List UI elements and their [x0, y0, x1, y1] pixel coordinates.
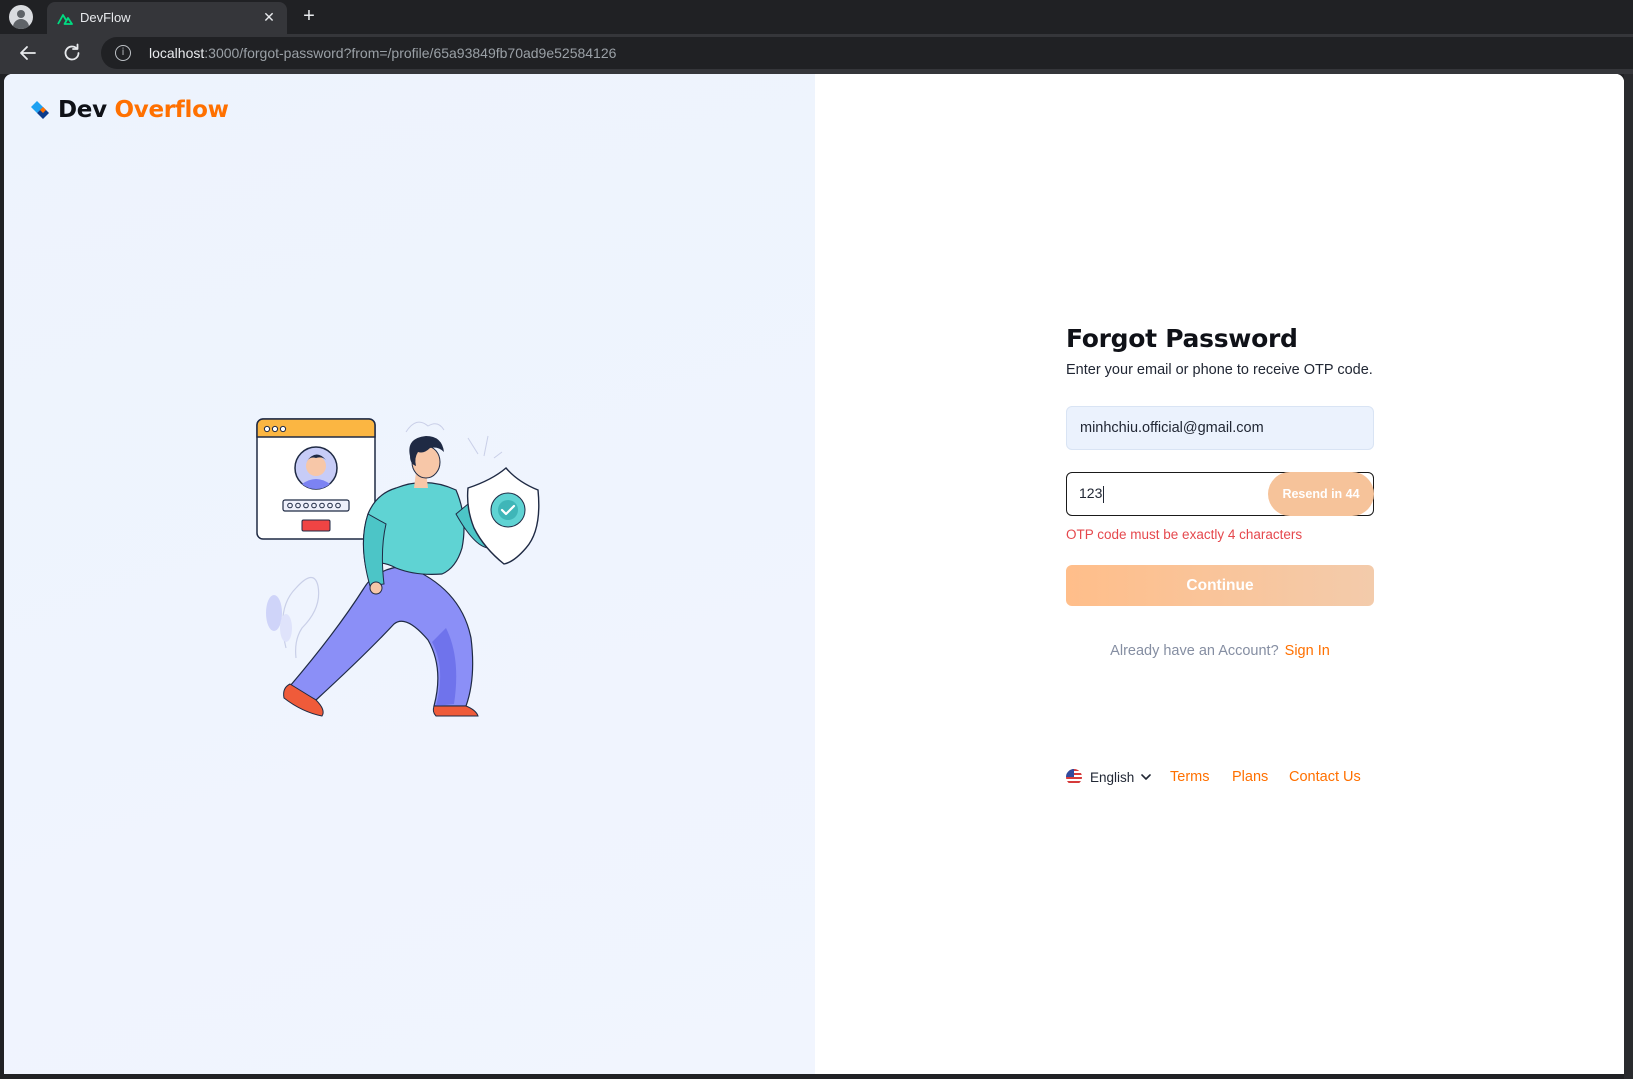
otp-input[interactable]: 123: [1079, 473, 1105, 514]
page-title: Forgot Password: [1066, 324, 1298, 353]
language-label: English: [1090, 769, 1135, 785]
info-icon[interactable]: i: [115, 45, 131, 61]
page-viewport: Dev Overflow Forgot Password Enter your …: [4, 74, 1624, 1074]
signin-prompt: Already have an Account?: [1110, 643, 1279, 659]
back-arrow-icon[interactable]: [16, 41, 40, 65]
site-logo[interactable]: Dev Overflow: [28, 96, 229, 124]
url-host: localhost: [149, 45, 205, 61]
language-selector[interactable]: English: [1066, 769, 1152, 785]
email-field[interactable]: minhchiu.official@gmail.com: [1066, 406, 1374, 450]
tab-title: DevFlow: [80, 10, 131, 25]
url-path: :3000/forgot-password?from=/profile/65a9…: [204, 45, 617, 61]
nuxt-favicon-icon: [57, 14, 73, 25]
logo-text: Dev Overflow: [58, 97, 229, 123]
otp-field[interactable]: 123 Resend in 44: [1066, 472, 1374, 516]
browser-toolbar: i localhost:3000/forgot-password?from=/p…: [0, 34, 1633, 74]
contact-us-link[interactable]: Contact Us: [1289, 769, 1361, 785]
plus-icon[interactable]: +: [298, 5, 320, 27]
signin-row: Already have an Account? Sign In: [1066, 643, 1374, 659]
signin-link[interactable]: Sign In: [1285, 643, 1330, 659]
tab-strip: DevFlow ✕ +: [0, 0, 1633, 34]
devtools-edge: [1624, 74, 1633, 1079]
address-bar[interactable]: i localhost:3000/forgot-password?from=/p…: [101, 37, 1633, 69]
forgot-password-form: Forgot Password Enter your email or phon…: [1066, 324, 1374, 659]
text-caret: [1103, 485, 1105, 503]
security-illustration: [256, 418, 540, 717]
otp-value: 123: [1079, 485, 1103, 501]
plans-link[interactable]: Plans: [1232, 769, 1268, 785]
terms-link[interactable]: Terms: [1170, 769, 1209, 785]
logo-mark-icon: [31, 101, 49, 119]
illustration-pane: Dev Overflow: [4, 74, 815, 1074]
reload-icon[interactable]: [60, 41, 84, 65]
us-flag-icon: [1066, 769, 1082, 785]
window-bottom-edge: [0, 1074, 1624, 1079]
profile-icon[interactable]: [9, 5, 33, 29]
chevron-down-icon: [1141, 774, 1152, 780]
otp-error-message: OTP code must be exactly 4 characters: [1066, 527, 1303, 542]
logo-overflow: Overflow: [114, 97, 229, 123]
resend-otp-button[interactable]: Resend in 44: [1268, 472, 1374, 516]
form-pane: Forgot Password Enter your email or phon…: [815, 74, 1624, 1074]
footer-row: English Terms Plans Contact Us: [1066, 767, 1374, 791]
logo-dev: Dev: [58, 97, 107, 123]
url-text[interactable]: localhost:3000/forgot-password?from=/pro…: [149, 45, 616, 61]
close-icon[interactable]: ✕: [261, 9, 277, 25]
form-subtitle: Enter your email or phone to receive OTP…: [1066, 362, 1373, 378]
continue-button[interactable]: Continue: [1066, 565, 1374, 606]
browser-tab[interactable]: DevFlow ✕: [47, 2, 287, 34]
